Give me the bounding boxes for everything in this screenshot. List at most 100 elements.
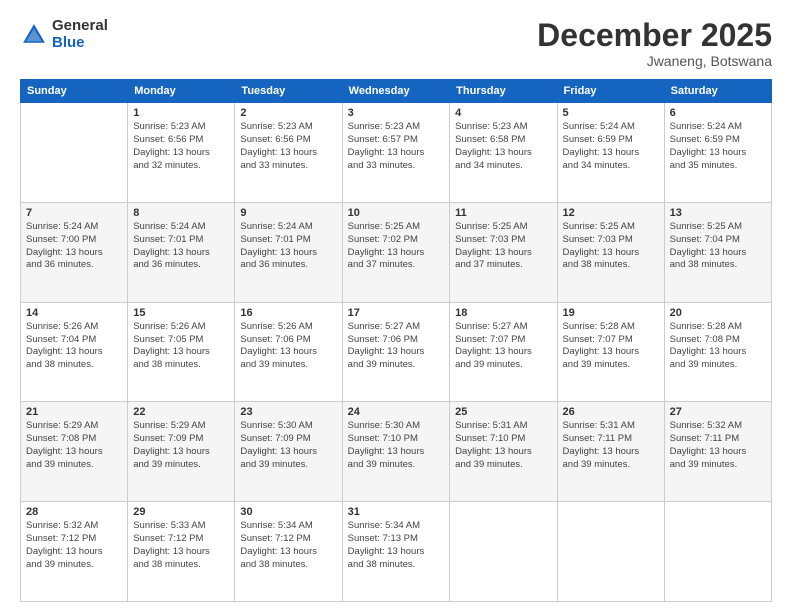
day-number: 2 [240, 107, 336, 119]
day-info: Sunrise: 5:24 AM Sunset: 7:01 PM Dayligh… [240, 221, 336, 272]
calendar-cell: 14 Sunrise: 5:26 AM Sunset: 7:04 PM Dayli… [21, 302, 128, 402]
day-info: Sunrise: 5:25 AM Sunset: 7:04 PM Dayligh… [670, 221, 766, 272]
calendar-cell [664, 502, 771, 602]
calendar-cell: 5 Sunrise: 5:24 AM Sunset: 6:59 PM Daylig… [557, 103, 664, 203]
logo-icon [20, 21, 48, 49]
calendar-cell: 11Sunrise: 5:25 AM Sunset: 7:03 PM Dayli… [450, 202, 557, 302]
col-friday: Friday [557, 80, 664, 103]
day-number: 30 [240, 506, 336, 518]
day-info: Sunrise: 5:26 AM Sunset: 7:04 PM Dayligh… [26, 321, 122, 372]
day-info: Sunrise: 5:23 AM Sunset: 6:57 PM Dayligh… [348, 121, 445, 172]
day-info: Sunrise: 5:25 AM Sunset: 7:02 PM Dayligh… [348, 221, 445, 272]
day-number: 6 [670, 107, 766, 119]
day-number: 4 [455, 107, 551, 119]
day-number: 18 [455, 307, 551, 319]
col-monday: Monday [128, 80, 235, 103]
calendar-cell: 31 Sunrise: 5:34 AM Sunset: 7:13 PM Dayli… [342, 502, 450, 602]
day-info: Sunrise: 5:24 AM Sunset: 7:01 PM Dayligh… [133, 221, 229, 272]
calendar-cell: 12Sunrise: 5:25 AM Sunset: 7:03 PM Dayli… [557, 202, 664, 302]
day-number: 12 [563, 207, 659, 219]
col-saturday: Saturday [664, 80, 771, 103]
header: General Blue December 2025 Jwaneng, Bots… [20, 18, 772, 69]
calendar-cell: 26 Sunrise: 5:31 AM Sunset: 7:11 PM Dayli… [557, 402, 664, 502]
week-row-3: 14 Sunrise: 5:26 AM Sunset: 7:04 PM Dayli… [21, 302, 772, 402]
week-row-4: 21 Sunrise: 5:29 AM Sunset: 7:08 PM Dayli… [21, 402, 772, 502]
day-number: 26 [563, 406, 659, 418]
day-info: Sunrise: 5:29 AM Sunset: 7:08 PM Dayligh… [26, 420, 122, 471]
day-info: Sunrise: 5:27 AM Sunset: 7:07 PM Dayligh… [455, 321, 551, 372]
calendar-cell: 29Sunrise: 5:33 AM Sunset: 7:12 PM Dayli… [128, 502, 235, 602]
day-info: Sunrise: 5:23 AM Sunset: 6:56 PM Dayligh… [133, 121, 229, 172]
calendar-cell: 7Sunrise: 5:24 AM Sunset: 7:00 PM Daylig… [21, 202, 128, 302]
day-info: Sunrise: 5:34 AM Sunset: 7:13 PM Dayligh… [348, 520, 445, 571]
day-number: 8 [133, 207, 229, 219]
calendar-cell: 9 Sunrise: 5:24 AM Sunset: 7:01 PM Daylig… [235, 202, 342, 302]
day-number: 23 [240, 406, 336, 418]
calendar-cell: 20Sunrise: 5:28 AM Sunset: 7:08 PM Dayli… [664, 302, 771, 402]
calendar-cell: 6 Sunrise: 5:24 AM Sunset: 6:59 PM Daylig… [664, 103, 771, 203]
day-number: 14 [26, 307, 122, 319]
day-number: 27 [670, 406, 766, 418]
col-thursday: Thursday [450, 80, 557, 103]
day-info: Sunrise: 5:23 AM Sunset: 6:56 PM Dayligh… [240, 121, 336, 172]
calendar-cell: 18 Sunrise: 5:27 AM Sunset: 7:07 PM Dayli… [450, 302, 557, 402]
location: Jwaneng, Botswana [537, 53, 772, 69]
calendar-cell: 15 Sunrise: 5:26 AM Sunset: 7:05 PM Dayli… [128, 302, 235, 402]
day-number: 22 [133, 406, 229, 418]
calendar-cell [450, 502, 557, 602]
title-block: December 2025 Jwaneng, Botswana [537, 18, 772, 69]
day-info: Sunrise: 5:27 AM Sunset: 7:06 PM Dayligh… [348, 321, 445, 372]
logo-text: General Blue [52, 18, 108, 51]
day-number: 3 [348, 107, 445, 119]
day-number: 9 [240, 207, 336, 219]
calendar-cell [21, 103, 128, 203]
calendar-cell: 21 Sunrise: 5:29 AM Sunset: 7:08 PM Dayli… [21, 402, 128, 502]
day-number: 1 [133, 107, 229, 119]
day-number: 13 [670, 207, 766, 219]
day-info: Sunrise: 5:26 AM Sunset: 7:05 PM Dayligh… [133, 321, 229, 372]
day-info: Sunrise: 5:31 AM Sunset: 7:11 PM Dayligh… [563, 420, 659, 471]
day-number: 16 [240, 307, 336, 319]
day-number: 28 [26, 506, 122, 518]
day-number: 31 [348, 506, 445, 518]
day-number: 7 [26, 207, 122, 219]
logo-blue: Blue [52, 34, 85, 51]
day-info: Sunrise: 5:29 AM Sunset: 7:09 PM Dayligh… [133, 420, 229, 471]
logo-general: General [52, 17, 108, 34]
calendar-cell: 10Sunrise: 5:25 AM Sunset: 7:02 PM Dayli… [342, 202, 450, 302]
day-number: 19 [563, 307, 659, 319]
calendar: Sunday Monday Tuesday Wednesday Thursday… [20, 79, 772, 602]
calendar-cell: 16Sunrise: 5:26 AM Sunset: 7:06 PM Dayli… [235, 302, 342, 402]
day-number: 15 [133, 307, 229, 319]
day-info: Sunrise: 5:28 AM Sunset: 7:07 PM Dayligh… [563, 321, 659, 372]
calendar-cell: 22 Sunrise: 5:29 AM Sunset: 7:09 PM Dayli… [128, 402, 235, 502]
calendar-cell: 28 Sunrise: 5:32 AM Sunset: 7:12 PM Dayli… [21, 502, 128, 602]
calendar-cell: 17 Sunrise: 5:27 AM Sunset: 7:06 PM Dayli… [342, 302, 450, 402]
calendar-cell: 8 Sunrise: 5:24 AM Sunset: 7:01 PM Daylig… [128, 202, 235, 302]
day-info: Sunrise: 5:30 AM Sunset: 7:10 PM Dayligh… [348, 420, 445, 471]
day-number: 21 [26, 406, 122, 418]
day-number: 5 [563, 107, 659, 119]
calendar-cell: 30 Sunrise: 5:34 AM Sunset: 7:12 PM Dayli… [235, 502, 342, 602]
calendar-cell: 24 Sunrise: 5:30 AM Sunset: 7:10 PM Dayli… [342, 402, 450, 502]
calendar-cell: 2 Sunrise: 5:23 AM Sunset: 6:56 PM Daylig… [235, 103, 342, 203]
logo: General Blue [20, 18, 108, 51]
day-number: 11 [455, 207, 551, 219]
col-tuesday: Tuesday [235, 80, 342, 103]
day-number: 17 [348, 307, 445, 319]
day-number: 20 [670, 307, 766, 319]
calendar-cell: 23Sunrise: 5:30 AM Sunset: 7:09 PM Dayli… [235, 402, 342, 502]
day-number: 25 [455, 406, 551, 418]
calendar-cell: 1 Sunrise: 5:23 AM Sunset: 6:56 PM Daylig… [128, 103, 235, 203]
calendar-cell: 3 Sunrise: 5:23 AM Sunset: 6:57 PM Daylig… [342, 103, 450, 203]
day-number: 24 [348, 406, 445, 418]
header-row: Sunday Monday Tuesday Wednesday Thursday… [21, 80, 772, 103]
day-info: Sunrise: 5:34 AM Sunset: 7:12 PM Dayligh… [240, 520, 336, 571]
day-info: Sunrise: 5:24 AM Sunset: 6:59 PM Dayligh… [563, 121, 659, 172]
page: General Blue December 2025 Jwaneng, Bots… [0, 0, 792, 612]
day-info: Sunrise: 5:24 AM Sunset: 6:59 PM Dayligh… [670, 121, 766, 172]
day-info: Sunrise: 5:32 AM Sunset: 7:12 PM Dayligh… [26, 520, 122, 571]
day-number: 29 [133, 506, 229, 518]
day-info: Sunrise: 5:32 AM Sunset: 7:11 PM Dayligh… [670, 420, 766, 471]
calendar-cell: 25Sunrise: 5:31 AM Sunset: 7:10 PM Dayli… [450, 402, 557, 502]
